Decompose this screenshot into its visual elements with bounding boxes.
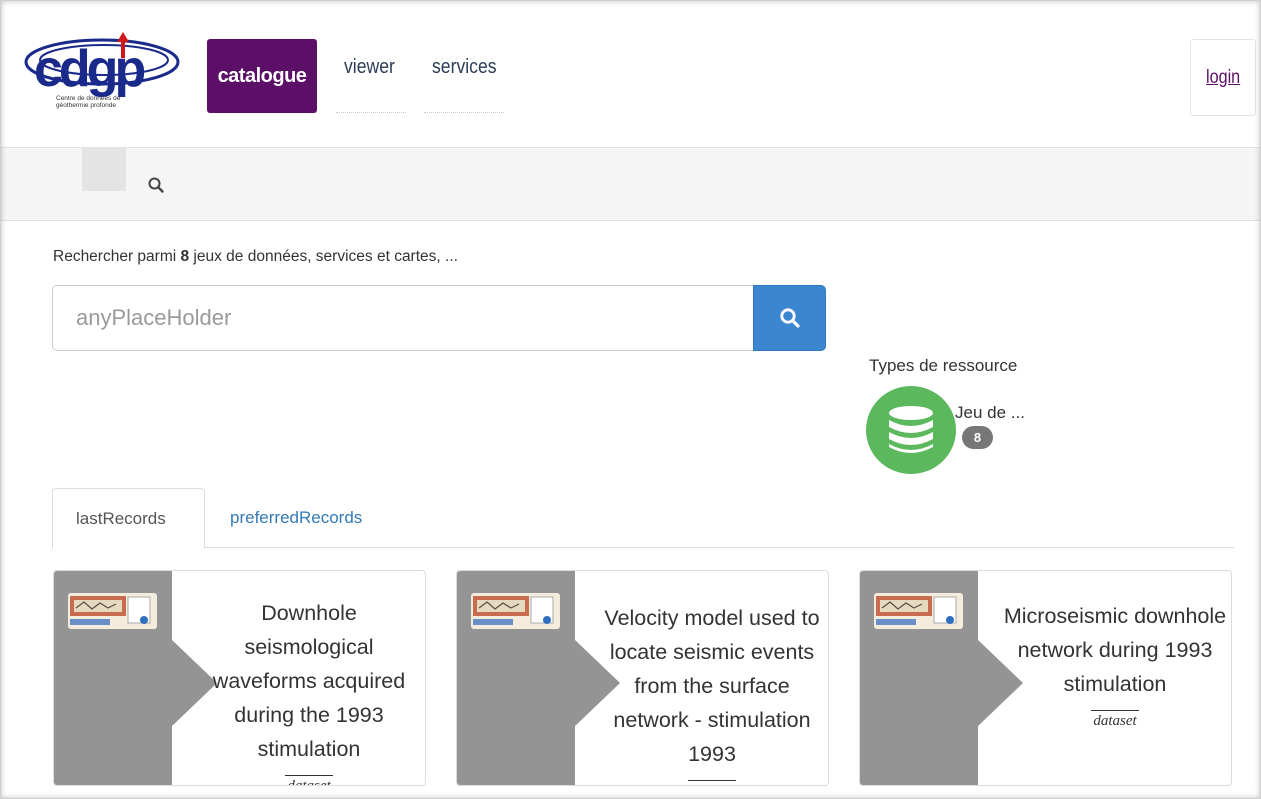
record-card-body: Microseismic downhole network during 199… [1000, 599, 1230, 735]
tab-preferred-records[interactable]: preferredRecords [207, 488, 385, 548]
nav-viewer[interactable]: viewer [344, 56, 395, 79]
record-card[interactable]: Downhole seismological waveforms acquire… [53, 570, 426, 786]
record-title[interactable]: Microseismic downhole network during 199… [1000, 599, 1230, 701]
nav-catalogue[interactable]: catalogue [207, 39, 317, 113]
search-form [52, 285, 826, 351]
record-card-body: Downhole seismological waveforms acquire… [194, 596, 424, 785]
search-icon[interactable] [147, 176, 165, 194]
facet-title: Types de ressource [869, 356, 1018, 375]
record-card-body: Velocity model used to locate seismic ev… [597, 601, 827, 785]
nav-viewer-underline [336, 112, 406, 113]
nav-services-underline [424, 112, 504, 113]
record-type: dataset [1091, 710, 1139, 731]
record-type: dataset [285, 775, 333, 785]
tab-last-records[interactable]: lastRecords [52, 488, 205, 549]
nav-services[interactable]: services [432, 56, 497, 79]
record-title[interactable]: Velocity model used to locate seismic ev… [597, 601, 827, 771]
login-link[interactable]: login [1206, 67, 1240, 89]
top-navbar: cdgp Centre de données de géothermie pro… [0, 0, 1261, 148]
search-intro: Rechercher parmi 8 jeux de données, serv… [53, 248, 458, 266]
record-card[interactable]: Velocity model used to locate seismic ev… [456, 570, 829, 786]
search-button[interactable] [753, 285, 826, 351]
secondary-bar [0, 148, 1261, 221]
login-box: login [1190, 39, 1256, 116]
record-thumbnail [68, 593, 157, 629]
placeholder-square [82, 148, 126, 191]
svg-text:géothermie profonde: géothermie profonde [56, 102, 116, 109]
database-icon[interactable] [866, 386, 956, 474]
intro-prefix: Rechercher parmi [53, 248, 181, 265]
intro-suffix: jeux de données, services et cartes, ... [189, 248, 458, 265]
facet-count-badge: 8 [962, 426, 993, 449]
facet-item-label[interactable]: Jeu de ... [955, 403, 1025, 423]
record-thumbnail [471, 593, 560, 629]
records-tabs: lastRecords preferredRecords [52, 488, 1234, 549]
record-thumbnail [874, 593, 963, 629]
record-card[interactable]: Microseismic downhole network during 199… [859, 570, 1232, 786]
intro-count: 8 [180, 248, 190, 265]
record-title[interactable]: Downhole seismological waveforms acquire… [194, 596, 424, 766]
search-icon [779, 308, 800, 328]
record-type: dataset [688, 780, 736, 785]
svg-text:Centre de données de: Centre de données de [56, 95, 121, 102]
cdgp-logo[interactable]: cdgp Centre de données de géothermie pro… [20, 30, 190, 116]
search-input[interactable] [52, 285, 754, 351]
svg-text:cdgp: cdgp [34, 40, 144, 98]
